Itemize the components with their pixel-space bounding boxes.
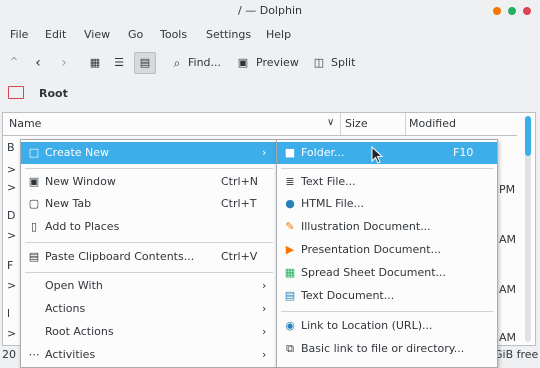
row-fragment: B	[7, 141, 15, 154]
chevron-right-icon: ›	[262, 325, 267, 338]
divider	[25, 272, 273, 273]
chevron-right-icon: ›	[262, 146, 267, 159]
compact-view-icon[interactable]: ☰	[110, 53, 128, 73]
close-button[interactable]	[523, 7, 531, 15]
illustration-icon: ✎	[285, 220, 295, 233]
root-folder-icon	[8, 86, 24, 99]
submenu-item-folder[interactable]: ■ Folder... F10	[277, 142, 497, 164]
menu-bar: File Edit View Go Tools Settings Help	[0, 24, 540, 46]
spreadsheet-icon: ▦	[284, 266, 296, 279]
submenu-item-presentation[interactable]: ▶ Presentation Document...	[277, 239, 497, 261]
row-fragment: PM	[499, 183, 516, 196]
menu-settings[interactable]: Settings	[206, 28, 251, 41]
split-button[interactable]: Split	[331, 53, 355, 73]
menu-tools[interactable]: Tools	[160, 28, 187, 41]
row-fragment: F	[7, 259, 14, 272]
context-menu: □ Create New › ▣ New Window Ctrl+N ▢ New…	[20, 139, 278, 368]
row-fragment: AM	[499, 331, 517, 344]
folder-icon: ■	[284, 146, 296, 159]
submenu-item-link-url[interactable]: ◉ Link to Location (URL)...	[277, 315, 497, 337]
search-icon: ⌕	[173, 56, 181, 70]
menu-item-activities[interactable]: ⋯ Activities ›	[21, 344, 277, 366]
up-icon[interactable]: ⌃	[6, 53, 22, 73]
link-file-icon: ⧉	[286, 342, 294, 355]
submenu-item-link-file[interactable]: ⧉ Basic link to file or directory...	[277, 338, 497, 360]
column-header: Name ∨ Size Modified	[3, 113, 517, 136]
column-divider[interactable]	[405, 113, 406, 135]
title-bar: / — Dolphin	[0, 0, 540, 22]
divider	[281, 311, 493, 312]
toolbar: ⌃ ‹ › ▦ ☰ ▤ ⌕ Find... ▣ Preview ◫ Split	[0, 48, 540, 78]
create-new-submenu: ■ Folder... F10 ≣ Text File... ● HTML Fi…	[276, 139, 498, 368]
column-size[interactable]: Size	[345, 117, 368, 130]
details-view-icon[interactable]: ▤	[134, 52, 156, 74]
chevron-right-icon: ›	[262, 348, 267, 361]
preview-button[interactable]: Preview	[256, 53, 299, 73]
chevron-right-icon: ›	[262, 302, 267, 315]
row-fragment: >	[7, 327, 17, 340]
location-bar[interactable]: Root	[0, 82, 540, 106]
menu-edit[interactable]: Edit	[45, 28, 66, 41]
menu-item-create-new[interactable]: □ Create New ›	[21, 142, 277, 164]
menu-item-new-window[interactable]: ▣ New Window Ctrl+N	[21, 171, 277, 193]
text-file-icon: ≣	[285, 175, 295, 188]
menu-view[interactable]: View	[84, 28, 110, 41]
submenu-item-spreadsheet[interactable]: ▦ Spread Sheet Document...	[277, 262, 497, 284]
chevron-right-icon: ›	[262, 279, 267, 292]
link-url-icon: ◉	[285, 319, 295, 332]
preview-icon: ▣	[237, 56, 249, 69]
row-fragment: >	[7, 181, 17, 194]
forward-icon[interactable]: ›	[56, 53, 72, 73]
scrollbar-thumb[interactable]	[525, 116, 531, 156]
divider	[25, 168, 273, 169]
split-icon: ◫	[313, 56, 325, 69]
menu-item-new-tab[interactable]: ▢ New Tab Ctrl+T	[21, 193, 277, 215]
submenu-item-html-file[interactable]: ● HTML File...	[277, 193, 497, 215]
divider	[281, 168, 493, 169]
row-fragment: AM	[499, 233, 517, 246]
maximize-button[interactable]	[508, 7, 516, 15]
submenu-item-text-document[interactable]: ▤ Text Document...	[277, 285, 497, 307]
back-icon[interactable]: ‹	[30, 53, 46, 73]
menu-go[interactable]: Go	[128, 28, 143, 41]
divider	[25, 242, 273, 243]
minimize-button[interactable]	[493, 7, 501, 15]
row-fragment: >	[7, 229, 17, 242]
menu-help[interactable]: Help	[266, 28, 291, 41]
breadcrumb-root[interactable]: Root	[39, 87, 68, 100]
menu-file[interactable]: File	[10, 28, 28, 41]
free-space: GiB free	[494, 348, 539, 361]
icons-view-icon[interactable]: ▦	[86, 53, 104, 73]
text-document-icon: ▤	[284, 289, 296, 302]
row-fragment: D	[7, 209, 16, 222]
menu-item-open-with[interactable]: Open With ›	[21, 275, 277, 297]
menu-item-actions[interactable]: Actions ›	[21, 298, 277, 320]
new-document-icon: □	[28, 146, 40, 159]
row-fragment: AM	[499, 283, 517, 296]
submenu-item-text-file[interactable]: ≣ Text File...	[277, 171, 497, 193]
row-fragment: >	[7, 163, 17, 176]
menu-item-add-to-places[interactable]: ▯ Add to Places	[21, 216, 277, 238]
find-button[interactable]: Find...	[188, 53, 221, 73]
sort-chevron-icon[interactable]: ∨	[327, 117, 334, 128]
window-title: / — Dolphin	[238, 4, 302, 17]
new-window-icon: ▣	[28, 175, 40, 188]
new-tab-icon: ▢	[28, 197, 40, 210]
paste-icon: ▤	[28, 250, 40, 263]
submenu-item-illustration[interactable]: ✎ Illustration Document...	[277, 216, 497, 238]
vertical-scrollbar[interactable]	[525, 116, 531, 342]
row-fragment: l	[7, 307, 11, 320]
column-divider[interactable]	[340, 113, 341, 135]
presentation-icon: ▶	[285, 243, 295, 256]
menu-item-root-actions[interactable]: Root Actions ›	[21, 321, 277, 343]
column-name[interactable]: Name	[9, 117, 41, 130]
row-fragment: >	[7, 279, 17, 292]
more-icon: ⋯	[28, 348, 40, 361]
html-file-icon: ●	[285, 197, 295, 210]
bookmark-icon: ▯	[30, 220, 38, 233]
mouse-cursor-icon	[371, 146, 383, 164]
menu-item-paste[interactable]: ▤ Paste Clipboard Contents... Ctrl+V	[21, 246, 277, 268]
column-modified[interactable]: Modified	[409, 117, 456, 130]
